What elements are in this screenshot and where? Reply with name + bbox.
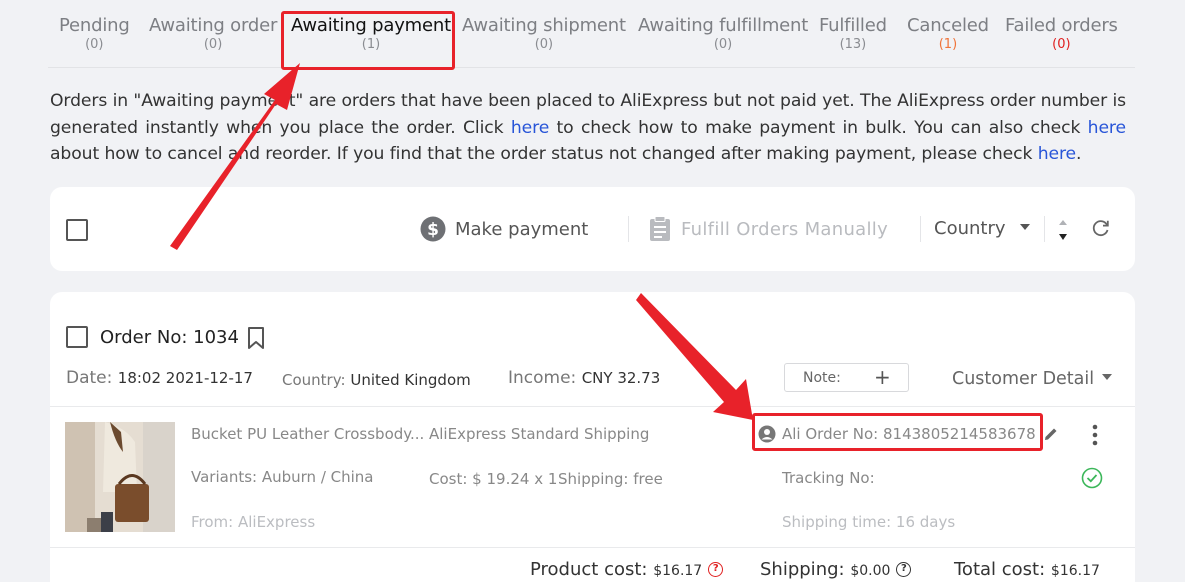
highlight-box-ali-order	[752, 413, 1043, 451]
info-text: to check how to make payment in bulk. Yo…	[549, 117, 1088, 138]
clipboard-icon	[648, 216, 672, 242]
tab-count: (0)	[1052, 37, 1071, 52]
cancel-reorder-link[interactable]: here	[1088, 118, 1126, 138]
shipping-fee: Shipping: free	[558, 470, 663, 488]
help-icon[interactable]: ?	[896, 561, 912, 577]
dollar-circle-icon: $	[420, 216, 446, 242]
help-icon[interactable]: ?	[708, 561, 724, 577]
payment-help-link[interactable]: here	[511, 118, 549, 138]
tab-label: Canceled	[907, 15, 989, 36]
tab-count: (1)	[938, 37, 958, 52]
more-actions-icon[interactable]	[1092, 424, 1098, 446]
product-source: From: AliExpress	[191, 513, 316, 531]
tab-awaiting-shipment[interactable]: Awaiting shipment (0)	[462, 15, 626, 52]
tab-failed-orders[interactable]: Failed orders (0)	[1005, 15, 1118, 52]
tab-label: Awaiting fulfillment	[638, 15, 809, 36]
total-cost-summary: Total cost: $16.17	[954, 559, 1100, 580]
country-filter-dropdown[interactable]: Country	[934, 218, 1030, 239]
order-select-checkbox[interactable]	[66, 326, 88, 348]
customer-detail-label: Customer Detail	[952, 369, 1095, 389]
order-country: Country: United Kingdom	[282, 371, 471, 389]
customer-detail-dropdown[interactable]: Customer Detail	[952, 369, 1113, 389]
add-note-button[interactable]: Note: +	[784, 363, 909, 392]
date-value: 18:02 2021-12-17	[117, 369, 253, 387]
svg-text:$: $	[427, 220, 439, 240]
item-cost: Cost: $ 19.24 x 1	[429, 470, 558, 488]
product-title[interactable]: Bucket PU Leather Crossbody...	[191, 425, 424, 443]
tab-label: Awaiting order	[149, 15, 278, 36]
country-filter-label: Country	[934, 218, 1006, 239]
tab-count: (0)	[534, 37, 554, 52]
toolbar-divider	[628, 216, 629, 242]
info-text: about how to cancel and reorder. If you …	[50, 144, 1038, 164]
product-variants: Variants: Auburn / China	[191, 468, 374, 486]
note-label: Note:	[803, 370, 841, 386]
select-all-checkbox[interactable]	[66, 219, 88, 241]
toolbar-divider	[920, 216, 921, 242]
total-cost-label: Total cost:	[954, 559, 1046, 580]
make-payment-label: Make payment	[455, 218, 589, 240]
shipping-summary: Shipping: $0.00?	[760, 559, 912, 580]
highlight-box-active-tab	[281, 11, 455, 70]
shipping-label: Shipping:	[760, 559, 845, 580]
tab-count: (0)	[203, 37, 223, 52]
total-cost-value: $16.17	[1050, 563, 1100, 579]
product-image	[65, 422, 175, 532]
tab-label: Awaiting shipment	[462, 15, 626, 36]
toolbar-divider	[1044, 216, 1045, 242]
chevron-down-icon	[1102, 374, 1113, 380]
refresh-icon[interactable]	[1091, 218, 1111, 238]
date-label: Date:	[66, 368, 113, 388]
chevron-down-icon	[1019, 224, 1030, 230]
divider	[50, 406, 1135, 407]
order-date: Date: 18:02 2021-12-17	[66, 368, 253, 388]
bookmark-icon[interactable]	[246, 326, 266, 350]
fulfill-manually-label: Fulfill Orders Manually	[681, 218, 889, 240]
make-payment-button[interactable]: $ Make payment	[420, 216, 588, 242]
income-value: CNY 32.73	[581, 369, 661, 387]
tab-awaiting-order[interactable]: Awaiting order (0)	[149, 15, 277, 52]
check-circle-icon	[1081, 467, 1103, 489]
tab-fulfilled[interactable]: Fulfilled (13)	[819, 15, 887, 52]
fulfill-manually-button[interactable]: Fulfill Orders Manually	[648, 216, 888, 242]
order-number: Order No: 1034	[100, 327, 239, 348]
status-help-link[interactable]: here	[1038, 144, 1076, 164]
tab-label: Pending	[59, 15, 130, 36]
income-label: Income:	[508, 368, 577, 388]
status-description: Orders in "Awaiting payment" are orders …	[50, 88, 1126, 168]
bulk-actions-toolbar: $ Make payment Fulfill Orders Manually C…	[50, 187, 1135, 271]
tab-canceled[interactable]: Canceled (1)	[907, 15, 989, 52]
tab-count: (0)	[713, 37, 733, 52]
product-cost-summary: Product cost: $16.17?	[530, 559, 724, 580]
shipping-time: Shipping time: 16 days	[782, 513, 956, 531]
pencil-icon[interactable]	[1043, 426, 1059, 442]
order-status-tabs: Pending (0) Awaiting order (0) Awaiting …	[48, 10, 1135, 68]
country-label: Country:	[282, 371, 346, 389]
country-value: United Kingdom	[350, 371, 471, 389]
tab-count: (0)	[85, 37, 104, 52]
order-income: Income: CNY 32.73	[508, 368, 660, 388]
tab-awaiting-fulfillment[interactable]: Awaiting fulfillment (0)	[638, 15, 808, 52]
divider	[50, 547, 1135, 548]
sort-icon[interactable]	[1056, 217, 1070, 243]
tab-pending[interactable]: Pending (0)	[59, 15, 130, 52]
shipping-value: $0.00	[850, 563, 891, 579]
shipping-method: AliExpress Standard Shipping	[429, 425, 650, 443]
tracking-number: Tracking No:	[782, 469, 875, 487]
plus-icon: +	[874, 365, 891, 389]
info-text: .	[1076, 144, 1082, 164]
product-cost-label: Product cost:	[530, 559, 648, 580]
product-cost-value: $16.17	[653, 563, 703, 579]
tab-label: Failed orders	[1005, 15, 1118, 36]
tab-count: (13)	[839, 37, 867, 52]
tab-label: Fulfilled	[819, 15, 887, 36]
